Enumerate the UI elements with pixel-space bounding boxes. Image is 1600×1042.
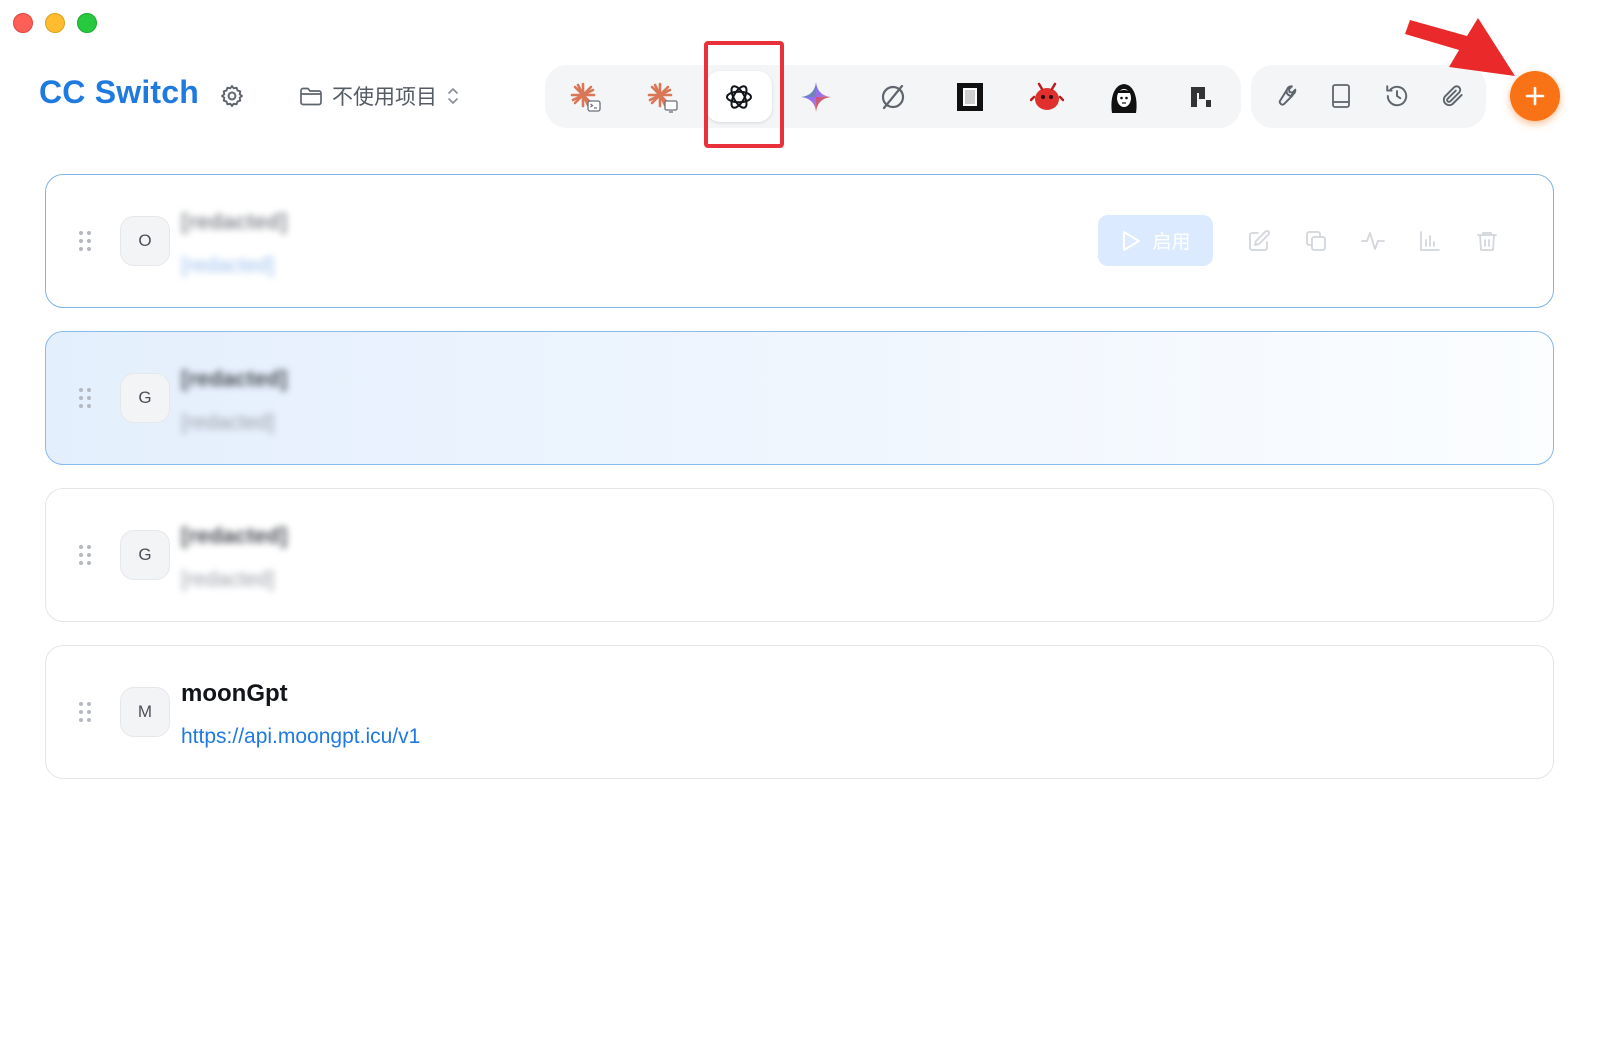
tab-character-app[interactable] (1091, 71, 1157, 122)
tab-claude-desktop[interactable] (629, 71, 695, 122)
tab-pixel-app[interactable] (1168, 71, 1234, 122)
provider-url: [redacted] (181, 411, 275, 434)
tab-claude-code[interactable] (552, 71, 618, 122)
stats-button[interactable] (1401, 215, 1458, 266)
settings-button[interactable] (219, 83, 245, 109)
pixel-blocks-icon (1191, 86, 1211, 107)
tab-red-agent[interactable] (1014, 71, 1080, 122)
folder-icon (300, 87, 322, 106)
drag-handle-icon[interactable] (79, 231, 91, 251)
project-selector[interactable]: 不使用项目 (299, 80, 460, 112)
character-icon (1111, 83, 1137, 113)
zoom-window-button[interactable] (77, 13, 97, 33)
provider-card[interactable]: G [redacted] [redacted] (45, 488, 1554, 622)
edit-icon (1248, 229, 1270, 251)
copy-icon (1305, 230, 1326, 251)
history-button[interactable] (1380, 79, 1414, 113)
plus-icon (1525, 86, 1545, 106)
tools-button[interactable] (1267, 79, 1301, 113)
provider-card-current[interactable]: G [redacted] [redacted] (45, 331, 1554, 465)
claude-terminal-icon (570, 82, 601, 112)
provider-name: [redacted] (181, 366, 288, 391)
provider-url: [redacted] (181, 568, 275, 591)
docs-button[interactable] (1324, 79, 1358, 113)
test-button[interactable] (1344, 215, 1401, 266)
delete-button[interactable] (1458, 215, 1515, 266)
app-tab-bar (545, 65, 1241, 128)
activity-icon (1360, 231, 1385, 250)
app-title: CC Switch (39, 74, 200, 110)
bar-chart-icon (1419, 230, 1440, 251)
provider-card[interactable]: O [redacted] [redacted] 启用 (45, 174, 1554, 308)
project-selector-label: 不使用项目 (332, 86, 437, 109)
slash-circle-icon (881, 84, 905, 109)
trash-icon (1476, 231, 1497, 251)
provider-name: moonGpt (181, 680, 288, 707)
edit-button[interactable] (1230, 215, 1287, 266)
enable-button-label: 启用 (1152, 232, 1191, 253)
claude-desktop-icon (647, 82, 678, 113)
provider-avatar: M (120, 687, 170, 737)
wrench-icon (1278, 85, 1297, 106)
provider-avatar: G (120, 373, 170, 423)
history-icon (1386, 85, 1408, 107)
provider-actions: 启用 (1098, 215, 1515, 266)
drag-handle-icon[interactable] (79, 702, 91, 722)
highlight-box-annotation (704, 41, 784, 148)
drag-handle-icon[interactable] (79, 388, 91, 408)
enable-button[interactable]: 启用 (1098, 215, 1213, 266)
play-icon (1123, 230, 1141, 251)
chevron-updown-icon (448, 88, 458, 104)
book-icon (1332, 84, 1350, 108)
gemini-icon (801, 81, 831, 112)
provider-url: [redacted] (181, 254, 275, 277)
provider-url[interactable]: https://api.moongpt.icu/v1 (181, 725, 420, 749)
provider-card[interactable]: M moonGpt https://api.moongpt.icu/v1 (45, 645, 1554, 779)
close-window-button[interactable] (13, 13, 33, 33)
tab-terminal-app[interactable] (937, 71, 1003, 122)
drag-handle-icon[interactable] (79, 545, 91, 565)
provider-name: [redacted] (181, 523, 288, 548)
duplicate-button[interactable] (1287, 215, 1344, 266)
red-bird-icon (1030, 82, 1064, 110)
add-provider-button[interactable] (1510, 71, 1560, 121)
provider-name: [redacted] (181, 209, 288, 234)
minimize-window-button[interactable] (45, 13, 65, 33)
provider-avatar: O (120, 216, 170, 266)
tab-opencode[interactable] (860, 71, 926, 122)
window-controls (13, 13, 97, 33)
paperclip-icon (1442, 85, 1463, 107)
gear-icon (221, 85, 243, 107)
provider-avatar: G (120, 530, 170, 580)
red-arrow-annotation (1405, 18, 1515, 76)
black-square-icon (957, 82, 983, 111)
attach-button[interactable] (1436, 79, 1470, 113)
tab-gemini[interactable] (783, 71, 849, 122)
